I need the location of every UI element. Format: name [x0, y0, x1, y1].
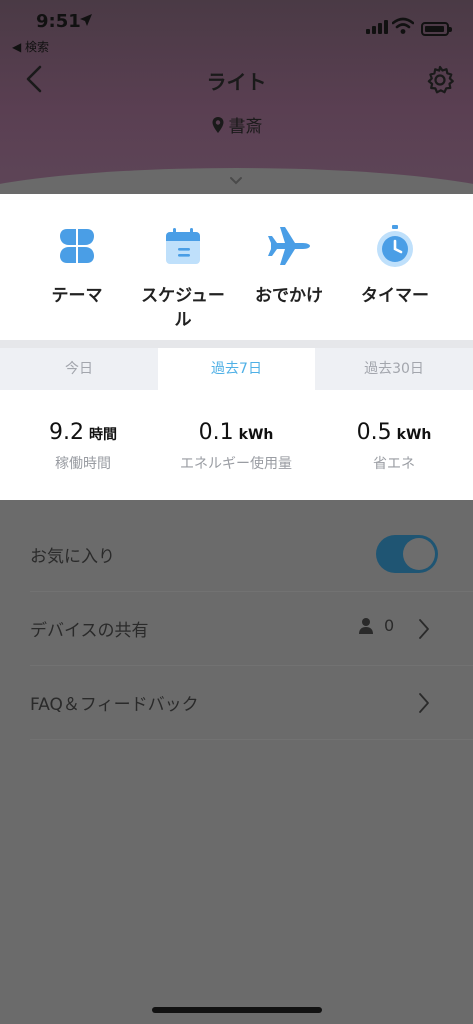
share-label: デバイスの共有 [30, 621, 149, 641]
faq-label: FAQ＆フィードバック [30, 695, 199, 715]
page-title: ライト [206, 70, 267, 94]
favorite-row: お気に入り [30, 518, 473, 592]
feature-theme-label: テーマ [51, 286, 103, 306]
chevron-right-icon [419, 619, 429, 639]
usage-stats: 9.2 時間 稼働時間 0.1 kWh エネルギー使用量 0.5 kWh 省エネ [0, 390, 473, 500]
feature-timer-label: タイマー [361, 286, 429, 306]
stat-runtime-label: 稼働時間 [55, 456, 111, 472]
faq-row[interactable]: FAQ＆フィードバック [30, 666, 473, 740]
feature-shortcuts: テーマ スケジュー ル おでかけ タイマー [0, 194, 473, 340]
airplane-icon [268, 227, 310, 265]
status-time: 9:51 [36, 11, 81, 32]
share-count-group: 0 [358, 616, 394, 635]
feature-theme[interactable]: テーマ [22, 222, 132, 308]
person-icon [359, 617, 373, 634]
back-to-app-link[interactable]: ◀ 検索 [12, 38, 49, 55]
status-bar: 9:51 ◀ 検索 [0, 0, 473, 56]
feature-schedule[interactable]: スケジュー ル [128, 222, 238, 332]
calendar-icon [166, 228, 200, 264]
feature-timer[interactable]: タイマー [340, 222, 450, 308]
timer-icon [377, 225, 413, 267]
feature-away[interactable]: おでかけ [234, 222, 344, 308]
stat-saved-unit: kWh [396, 427, 432, 443]
period-tabs: 今日 過去7日 過去30日 [0, 340, 473, 390]
feature-schedule-label: スケジュー ル [141, 286, 225, 330]
favorite-label: お気に入り [30, 547, 115, 567]
stat-saved-value: 0.5 [356, 420, 392, 445]
chevron-down-icon[interactable] [227, 175, 245, 187]
stat-energy-value: 0.1 [198, 420, 234, 445]
favorite-toggle[interactable] [376, 535, 438, 573]
feature-away-label: おでかけ [255, 286, 323, 306]
share-count: 0 [384, 616, 395, 635]
stat-runtime-value: 9.2 [48, 420, 84, 445]
cellular-signal-icon [366, 20, 388, 34]
tab-last-30-days[interactable]: 過去30日 [315, 348, 473, 390]
tab-last-7-days[interactable]: 過去7日 [158, 348, 315, 390]
stat-energy-label: エネルギー使用量 [180, 456, 292, 472]
room-location[interactable]: 書斎 [0, 112, 473, 137]
toggle-knob [403, 538, 435, 570]
tab-today[interactable]: 今日 [0, 348, 158, 390]
room-name: 書斎 [228, 117, 263, 137]
home-indicator[interactable] [152, 1007, 322, 1013]
chevron-right-icon [419, 693, 429, 713]
stat-energy-unit: kWh [238, 427, 274, 443]
stat-saved: 0.5 kWh 省エネ [314, 420, 473, 473]
settings-list: お気に入り デバイスの共有 0 FAQ＆フィードバック [30, 518, 473, 740]
summary-card: テーマ スケジュー ル おでかけ タイマー 今日 過去7日 過去30日 9.2 … [0, 194, 473, 500]
stat-saved-label: 省エネ [373, 456, 415, 472]
location-arrow-icon [80, 14, 92, 26]
battery-icon [421, 22, 452, 36]
stat-runtime: 9.2 時間 稼働時間 [3, 420, 163, 473]
gear-icon[interactable] [424, 64, 456, 96]
location-pin-icon [212, 116, 223, 133]
stat-runtime-unit: 時間 [89, 427, 118, 443]
wifi-icon [392, 17, 414, 34]
theme-icon [60, 229, 94, 263]
share-row[interactable]: デバイスの共有 0 [30, 592, 473, 666]
stat-energy: 0.1 kWh エネルギー使用量 [156, 420, 316, 473]
header: 9:51 ◀ 検索 ライト 書斎 [0, 0, 473, 200]
